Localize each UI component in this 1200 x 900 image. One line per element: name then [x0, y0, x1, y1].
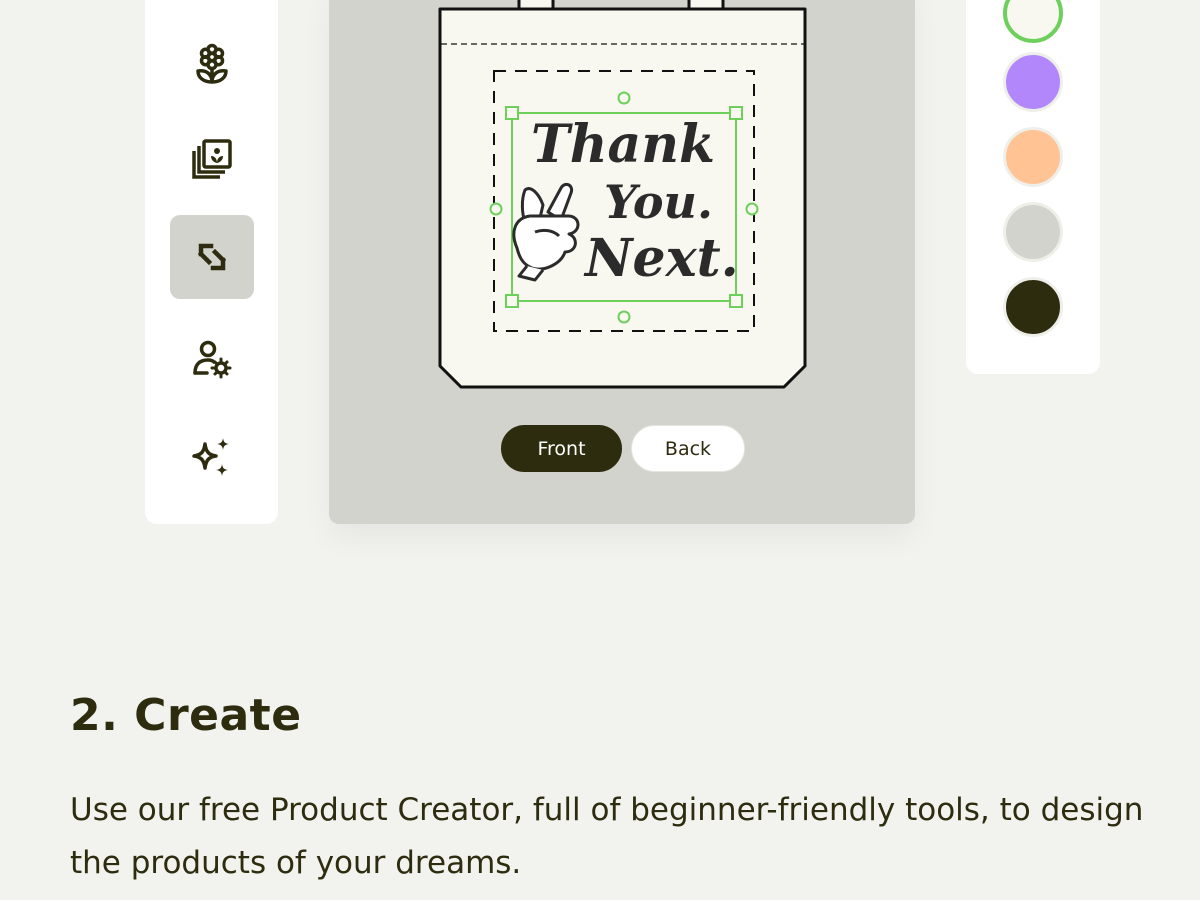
tool-resize-button[interactable] [170, 215, 254, 299]
flower-icon [196, 43, 228, 84]
color-swatch-peach[interactable] [1003, 127, 1063, 187]
photo-stack-icon [192, 139, 232, 179]
color-swatch-cream[interactable] [1003, 0, 1063, 43]
color-swatch-purple[interactable] [1003, 52, 1063, 112]
step-title: 2. Create [70, 690, 302, 741]
design-line-2: You. [604, 175, 713, 229]
back-view-button[interactable]: Back [631, 425, 745, 472]
step-description: Use our free Product Creator, full of be… [70, 792, 1144, 881]
color-palette [966, 0, 1100, 374]
front-view-button[interactable]: Front [501, 425, 622, 472]
tool-user-settings-button[interactable] [170, 318, 254, 402]
tool-sidebar [145, 0, 278, 524]
design-line-1: Thank [531, 114, 715, 175]
tool-flower-button[interactable] [170, 23, 254, 107]
color-swatch-dark-olive[interactable] [1003, 277, 1063, 337]
tool-images-button[interactable] [170, 117, 254, 201]
resize-icon [197, 243, 227, 271]
tote-bag-mockup: Thank You. Next. [438, 0, 807, 389]
design-canvas[interactable]: Thank You. Next. Front Back [329, 0, 915, 524]
user-settings-icon [193, 340, 232, 379]
sparkles-icon [192, 438, 229, 476]
page: Thank You. Next. Front Back 2. Create Us… [0, 0, 1200, 900]
tool-ai-sparkles-button[interactable] [170, 415, 254, 499]
color-swatch-gray[interactable] [1003, 202, 1063, 262]
design-line-3: Next. [583, 228, 739, 289]
